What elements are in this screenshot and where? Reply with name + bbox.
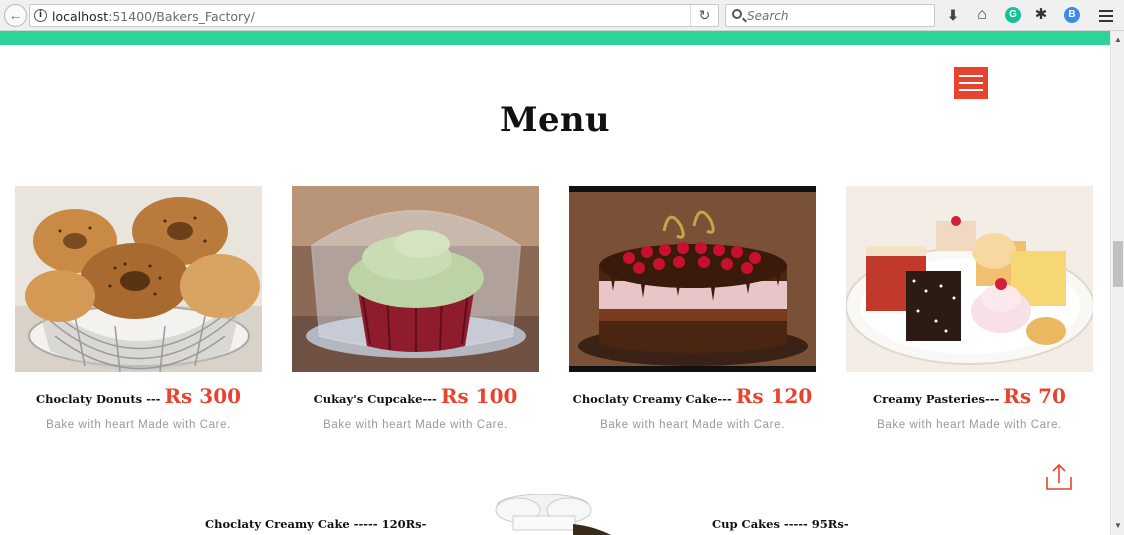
menu-card[interactable]: Choclaty Creamy Cake--- Rs 120 Bake with… — [569, 186, 816, 446]
back-icon[interactable]: ← — [4, 4, 27, 27]
url-host: localhost — [52, 9, 109, 24]
item-description: Bake with heart Made with Care. — [46, 419, 231, 431]
address-bar[interactable]: i localhost:51400/Bakers_Factory/ ↻ — [29, 4, 719, 27]
scrollbar[interactable]: ▲ ▼ — [1110, 31, 1124, 535]
pastries-image — [846, 186, 1093, 372]
item-name: Creamy Pasteries--- — [873, 392, 1004, 406]
chocolate-cake-image — [569, 186, 816, 372]
hamburger-icon — [959, 75, 983, 77]
scroll-thumb[interactable] — [1113, 241, 1123, 287]
item-description: Bake with heart Made with Care. — [600, 419, 785, 431]
item-name: Cukay's Cupcake--- — [313, 392, 441, 406]
extension-icon[interactable]: ✱ — [1031, 5, 1051, 25]
search-box[interactable] — [725, 4, 935, 27]
header-stripe — [0, 31, 1110, 45]
browser-toolbar: ← i localhost:51400/Bakers_Factory/ ↻ ⬇ … — [0, 0, 1124, 31]
item-name: Choclaty Creamy Cake--- — [572, 392, 736, 406]
share-icon[interactable] — [1044, 462, 1074, 492]
item-price: Rs 120 — [735, 384, 813, 408]
card-title: Cukay's Cupcake--- Rs 100 — [292, 384, 539, 408]
cupcake-image — [292, 186, 539, 372]
scroll-down-icon[interactable]: ▼ — [1111, 519, 1124, 533]
price-list-item: Choclaty Creamy Cake ----- 120Rs- — [205, 517, 427, 531]
search-input[interactable] — [747, 7, 927, 25]
item-description: Bake with heart Made with Care. — [323, 419, 508, 431]
card-title: Choclaty Donuts --- Rs 300 — [15, 384, 262, 408]
price-list-item: Cup Cakes ----- 95Rs- — [712, 517, 849, 531]
download-icon[interactable]: ⬇ — [943, 5, 963, 25]
menu-card[interactable]: Choclaty Donuts --- Rs 300 Bake with hea… — [15, 186, 262, 446]
reload-icon[interactable]: ↻ — [690, 5, 718, 26]
home-icon[interactable]: ⌂ — [972, 5, 992, 25]
item-price: Rs 300 — [164, 384, 242, 408]
menu-icon[interactable] — [1096, 5, 1116, 25]
donuts-image — [15, 186, 262, 372]
info-icon[interactable]: i — [34, 9, 47, 22]
item-description: Bake with heart Made with Care. — [877, 419, 1062, 431]
scroll-up-icon[interactable]: ▲ — [1111, 33, 1124, 47]
chef-image — [473, 494, 613, 535]
item-price: Rs 70 — [1003, 384, 1066, 408]
grammarly-icon[interactable]: G — [1003, 5, 1023, 25]
url-path: :51400/Bakers_Factory/ — [108, 9, 255, 24]
menu-card[interactable]: Cukay's Cupcake--- Rs 100 Bake with hear… — [292, 186, 539, 446]
card-title: Creamy Pasteries--- Rs 70 — [846, 384, 1093, 408]
search-icon — [732, 9, 742, 19]
item-price: Rs 100 — [440, 384, 518, 408]
card-title: Choclaty Creamy Cake--- Rs 120 — [569, 384, 816, 408]
menu-card[interactable]: Creamy Pasteries--- Rs 70 Bake with hear… — [846, 186, 1093, 446]
item-name: Choclaty Donuts --- — [35, 392, 165, 406]
page-title: Menu — [500, 100, 610, 140]
nav-toggle-button[interactable] — [954, 67, 988, 99]
url-text[interactable]: localhost:51400/Bakers_Factory/ — [52, 9, 255, 24]
extension-blue-icon[interactable]: B — [1062, 5, 1082, 25]
